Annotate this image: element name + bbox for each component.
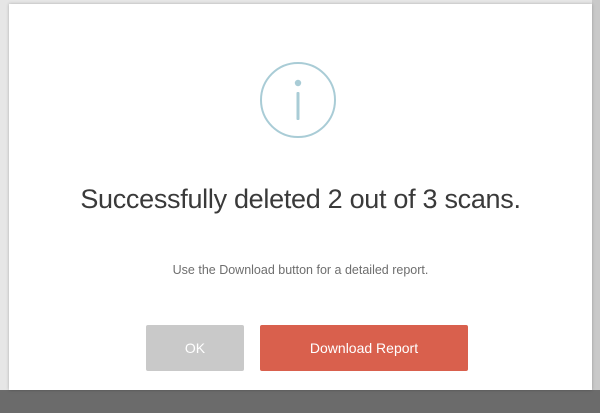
dialog-title: Successfully deleted 2 out of 3 scans. <box>80 184 521 214</box>
info-icon <box>258 60 338 140</box>
download-report-button[interactable]: Download Report <box>260 325 468 371</box>
ok-button[interactable]: OK <box>146 325 244 371</box>
result-dialog: Successfully deleted 2 out of 3 scans. U… <box>9 4 592 390</box>
backdrop-right-edge <box>592 0 600 413</box>
dialog-message: Use the Download button for a detailed r… <box>172 263 429 277</box>
backdrop-bottom-bar <box>0 390 600 413</box>
